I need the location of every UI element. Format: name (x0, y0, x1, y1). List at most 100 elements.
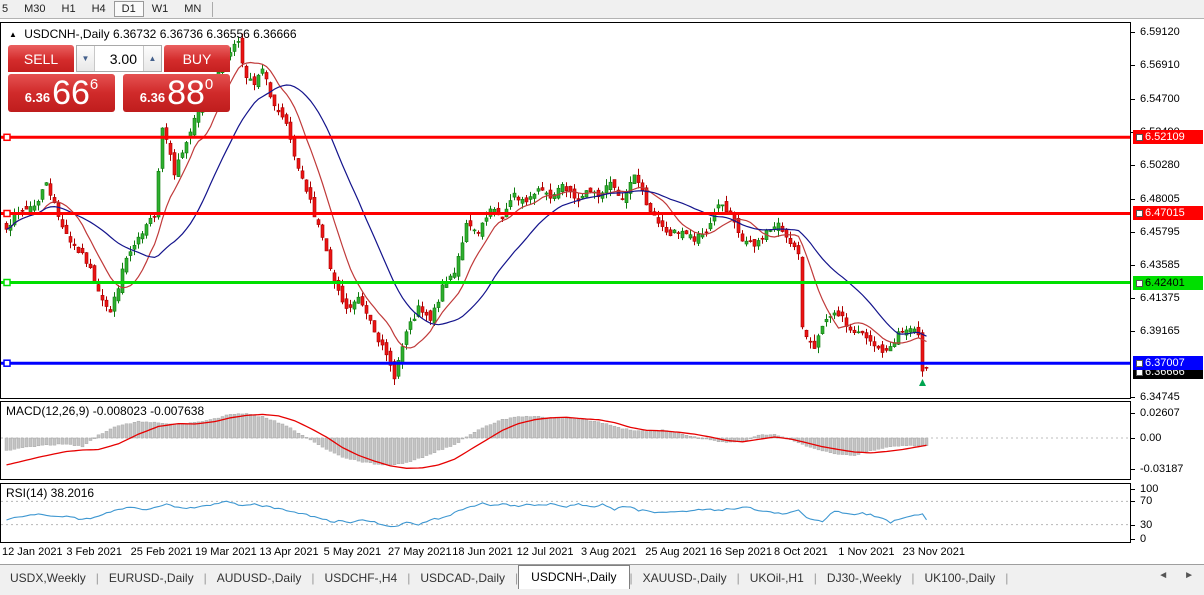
ohlc-low: 6.36556 (206, 27, 249, 41)
timeframe-button-d1[interactable]: D1 (114, 1, 144, 17)
date-label: 13 Apr 2021 (259, 546, 318, 558)
date-label: 16 Sep 2021 (710, 546, 772, 558)
buy-price-prefix: 6.36 (140, 90, 165, 105)
price-axis[interactable]: 6.591206.569106.547006.524906.502806.480… (1131, 19, 1204, 564)
axis-tick-label: 6.34745 (1140, 391, 1180, 403)
axis-tick-mark (1131, 525, 1135, 526)
axis-tick-mark (1131, 265, 1135, 266)
axis-tick-label: 6.43585 (1140, 259, 1180, 271)
axis-tick-mark (1131, 489, 1135, 490)
timeframe-toolbar: 5M30H1H4D1W1MN (0, 0, 1204, 19)
buy-price-display[interactable]: 6.36 88 0 (123, 74, 230, 112)
chart-tab-dj30-weekly[interactable]: DJ30-,Weekly (817, 568, 911, 589)
axis-tick-label: 0.02607 (1140, 407, 1180, 419)
rsi-chart[interactable] (1, 484, 1130, 542)
axis-tick-label: 100 (1140, 483, 1158, 495)
collapse-icon[interactable]: ▲ (9, 30, 17, 39)
tab-separator: | (1005, 571, 1008, 589)
timeframe-button-mn[interactable]: MN (176, 1, 209, 17)
date-label: 19 Mar 2021 (195, 546, 257, 558)
axis-tick-label: 6.45795 (1140, 226, 1180, 238)
buy-price-big: 88 (167, 76, 205, 110)
axis-tick-mark (1131, 469, 1135, 470)
chart-tab-usdx-weekly[interactable]: USDX,Weekly (0, 568, 96, 589)
chart-title: ▲ USDCNH-,Daily 6.36732 6.36736 6.36556 … (9, 27, 297, 41)
chevron-down-icon: ▼ (82, 54, 90, 63)
chart-tab-usdcad-daily[interactable]: USDCAD-,Daily (410, 568, 515, 589)
chart-tab-usdchf-h4[interactable]: USDCHF-,H4 (315, 568, 408, 589)
price-chart-pane[interactable]: ▲ USDCNH-,Daily 6.36732 6.36736 6.36556 … (0, 22, 1131, 399)
chart-window: ▲ USDCNH-,Daily 6.36732 6.36736 6.36556 … (0, 19, 1204, 564)
ohlc-open: 6.36732 (113, 27, 156, 41)
date-label: 5 May 2021 (324, 546, 381, 558)
date-label: 25 Feb 2021 (131, 546, 193, 558)
date-label: 25 Aug 2021 (645, 546, 707, 558)
axis-tick-mark (1131, 331, 1135, 332)
axis-tick-label: 6.41375 (1140, 292, 1180, 304)
axis-tick-mark (1131, 413, 1135, 414)
date-label: 8 Oct 2021 (774, 546, 828, 558)
axis-tick-label: 70 (1140, 495, 1152, 507)
timeframe-button-w1[interactable]: W1 (144, 1, 177, 17)
axis-tick-label: 6.50280 (1140, 159, 1180, 171)
tab-scroll-buttons: ◄ ► (1158, 570, 1194, 581)
volume-decrease-button[interactable]: ▼ (77, 46, 95, 71)
chart-tab-bar: USDX,Weekly|EURUSD-,Daily|AUDUSD-,Daily|… (0, 564, 1204, 589)
axis-tick-mark (1131, 32, 1135, 33)
sell-price-big: 66 (52, 76, 90, 110)
axis-tick-mark (1131, 99, 1135, 100)
time-axis[interactable]: 12 Jan 20213 Feb 2021 25 Feb 202119 Mar 2… (0, 543, 1131, 564)
axis-tick-mark (1131, 501, 1135, 502)
status-strip (0, 589, 1204, 595)
buy-price-sup: 0 (205, 76, 213, 93)
rsi-indicator-pane[interactable]: RSI(14) 38.2016 (0, 483, 1131, 543)
timeframe-button-5[interactable]: 5 (0, 1, 16, 17)
axis-tick-label: 0.00 (1140, 432, 1161, 444)
timeframe-button-m30[interactable]: M30 (16, 1, 53, 17)
chart-tab-audusd-daily[interactable]: AUDUSD-,Daily (207, 568, 312, 589)
axis-tick-label: 6.39165 (1140, 325, 1180, 337)
date-label: 18 Jun 2021 (452, 546, 513, 558)
date-label: 12 Jan 2021 (2, 546, 63, 558)
timeframe-button-h4[interactable]: H4 (84, 1, 114, 17)
volume-increase-button[interactable]: ▲ (143, 46, 161, 71)
tab-scroll-right-icon[interactable]: ► (1184, 570, 1194, 581)
axis-tick-mark (1131, 165, 1135, 166)
chart-symbol: USDCNH-,Daily (24, 27, 109, 41)
macd-indicator-pane[interactable]: MACD(12,26,9) -0.008023 -0.007638 (0, 401, 1131, 480)
axis-tick-mark (1131, 65, 1135, 66)
axis-tick-label: 6.59120 (1140, 26, 1180, 38)
sell-price-display[interactable]: 6.36 66 6 (8, 74, 115, 112)
axis-tick-mark (1131, 539, 1135, 540)
chart-tab-ukoil-h1[interactable]: UKOil-,H1 (740, 568, 814, 589)
timeframe-button-h1[interactable]: H1 (54, 1, 84, 17)
axis-tick-mark (1131, 397, 1135, 398)
chart-tab-eurusd-daily[interactable]: EURUSD-,Daily (99, 568, 204, 589)
rsi-label: RSI(14) 38.2016 (6, 486, 94, 500)
hline-price-label: 6.37007 (1133, 356, 1203, 370)
macd-label: MACD(12,26,9) -0.008023 -0.007638 (6, 404, 204, 418)
volume-input[interactable]: 3.00 (95, 46, 143, 71)
date-label: 3 Feb 2021 (66, 546, 122, 558)
ohlc-high: 6.36736 (160, 27, 203, 41)
chevron-up-icon: ▲ (149, 54, 157, 63)
sell-price-prefix: 6.36 (25, 90, 50, 105)
date-label: 12 Jul 2021 (517, 546, 574, 558)
axis-tick-mark (1131, 298, 1135, 299)
buy-button[interactable]: BUY (164, 45, 230, 72)
date-label: 27 May 2021 (388, 546, 452, 558)
volume-spinner: ▼ 3.00 ▲ (76, 45, 162, 72)
chart-tab-uk100-daily[interactable]: UK100-,Daily (915, 568, 1006, 589)
chart-tab-usdcnh-daily[interactable]: USDCNH-,Daily (518, 565, 629, 589)
hline-price-label: 6.47015 (1133, 206, 1203, 220)
ohlc-close: 6.36666 (253, 27, 296, 41)
axis-tick-label: 0 (1140, 533, 1146, 545)
date-label: 3 Aug 2021 (581, 546, 637, 558)
axis-tick-label: 6.48005 (1140, 193, 1180, 205)
toolbar-separator (212, 2, 213, 17)
sell-button[interactable]: SELL (8, 45, 74, 72)
tab-scroll-left-icon[interactable]: ◄ (1158, 570, 1168, 581)
sell-price-sup: 6 (90, 76, 98, 93)
chart-tab-xauusd-daily[interactable]: XAUUSD-,Daily (633, 568, 737, 589)
hline-price-label: 6.42401 (1133, 276, 1203, 290)
